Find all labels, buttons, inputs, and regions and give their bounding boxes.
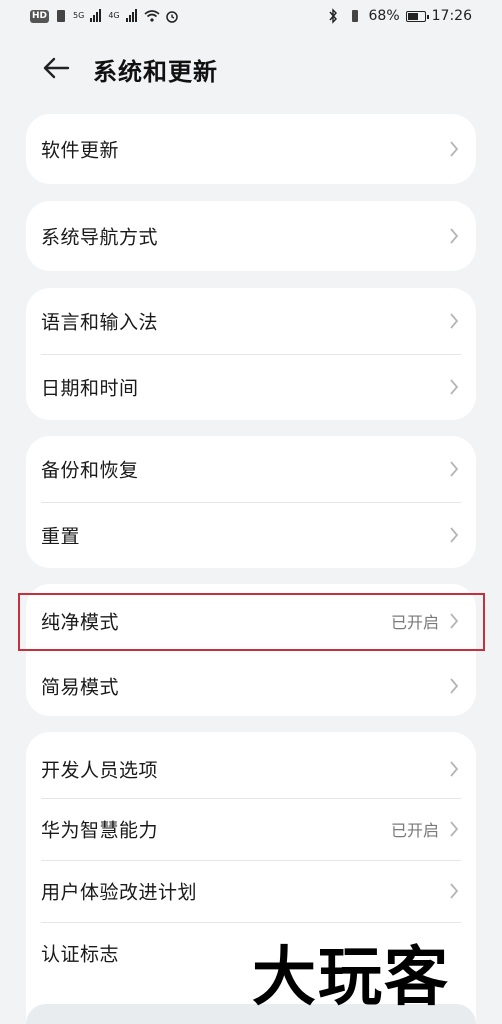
network-4g-label: 4G	[108, 11, 120, 20]
row-status-value: 已开启	[390, 613, 439, 632]
row-label: 开发人员选项	[41, 759, 159, 782]
back-button[interactable]	[36, 50, 76, 86]
settings-row-pure-mode[interactable]: 纯净模式 已开启	[26, 584, 476, 656]
settings-group: 系统导航方式	[26, 201, 476, 271]
row-label: 认证标志	[41, 943, 120, 966]
divider	[41, 922, 461, 923]
settings-row-date-time[interactable]: 日期和时间	[26, 354, 476, 420]
sim-card-icon	[57, 10, 66, 22]
chevron-right-icon	[450, 141, 459, 157]
chevron-right-icon	[450, 461, 459, 477]
chevron-right-icon	[450, 613, 459, 629]
chevron-right-icon	[450, 883, 459, 899]
settings-row-simple-mode[interactable]: 简易模式	[26, 656, 476, 716]
watermark-logo: 大玩客	[252, 940, 450, 1015]
row-label: 系统导航方式	[41, 226, 159, 249]
divider	[41, 798, 461, 799]
network-5g-label: 5G	[73, 11, 85, 20]
row-label: 备份和恢复	[41, 459, 139, 482]
status-right: 68% 17:26	[325, 8, 472, 24]
settings-group: 备份和恢复 重置	[26, 436, 476, 568]
row-label: 华为智慧能力	[41, 819, 159, 842]
hd-badge: HD	[30, 9, 50, 23]
settings-row-software-update[interactable]: 软件更新	[26, 114, 476, 184]
chevron-right-icon	[450, 821, 459, 837]
page-title: 系统和更新	[93, 58, 218, 86]
settings-row-backup-restore[interactable]: 备份和恢复	[26, 436, 476, 502]
wifi-icon	[144, 10, 160, 22]
divider	[41, 354, 461, 355]
row-label: 纯净模式	[41, 611, 120, 634]
chevron-right-icon	[450, 313, 459, 329]
chevron-right-icon	[450, 379, 459, 395]
battery-percent: 68%	[368, 8, 400, 24]
status-bar: HD 5G 4G 68% 17:26	[0, 0, 502, 34]
settings-row-reset[interactable]: 重置	[26, 502, 476, 568]
settings-row-user-experience[interactable]: 用户体验改进计划	[26, 860, 476, 922]
arrow-left-icon	[43, 57, 70, 79]
settings-row-navigation[interactable]: 系统导航方式	[26, 201, 476, 271]
row-label: 语言和输入法	[41, 311, 159, 334]
battery-icon	[405, 10, 429, 22]
clock: 17:26	[431, 8, 472, 24]
row-label: 用户体验改进计划	[41, 881, 198, 904]
chevron-right-icon	[450, 761, 459, 777]
battery-fill	[407, 12, 418, 20]
divider	[41, 860, 461, 861]
bluetooth-icon	[328, 8, 337, 24]
status-left: HD 5G 4G	[30, 8, 180, 24]
row-label: 重置	[41, 525, 81, 548]
divider	[41, 502, 461, 503]
settings-row-language-input[interactable]: 语言和输入法	[26, 288, 476, 354]
header: 系统和更新	[0, 40, 502, 98]
settings-row-huawei-ai[interactable]: 华为智慧能力 已开启	[26, 798, 476, 860]
chevron-right-icon	[450, 678, 459, 694]
chevron-right-icon	[450, 527, 459, 543]
settings-row-developer-options[interactable]: 开发人员选项	[26, 732, 476, 798]
vibrate-icon	[351, 10, 358, 22]
row-label: 日期和时间	[41, 377, 139, 400]
row-label: 软件更新	[41, 139, 120, 162]
settings-group: 纯净模式 已开启 简易模式	[26, 584, 476, 716]
settings-group: 软件更新	[26, 114, 476, 184]
settings-group: 语言和输入法 日期和时间	[26, 288, 476, 420]
alarm-icon	[165, 11, 178, 23]
signal-icon	[125, 9, 137, 22]
signal-icon	[90, 9, 102, 22]
row-label: 简易模式	[41, 676, 120, 699]
row-status-value: 已开启	[390, 821, 439, 840]
chevron-right-icon	[450, 228, 459, 244]
